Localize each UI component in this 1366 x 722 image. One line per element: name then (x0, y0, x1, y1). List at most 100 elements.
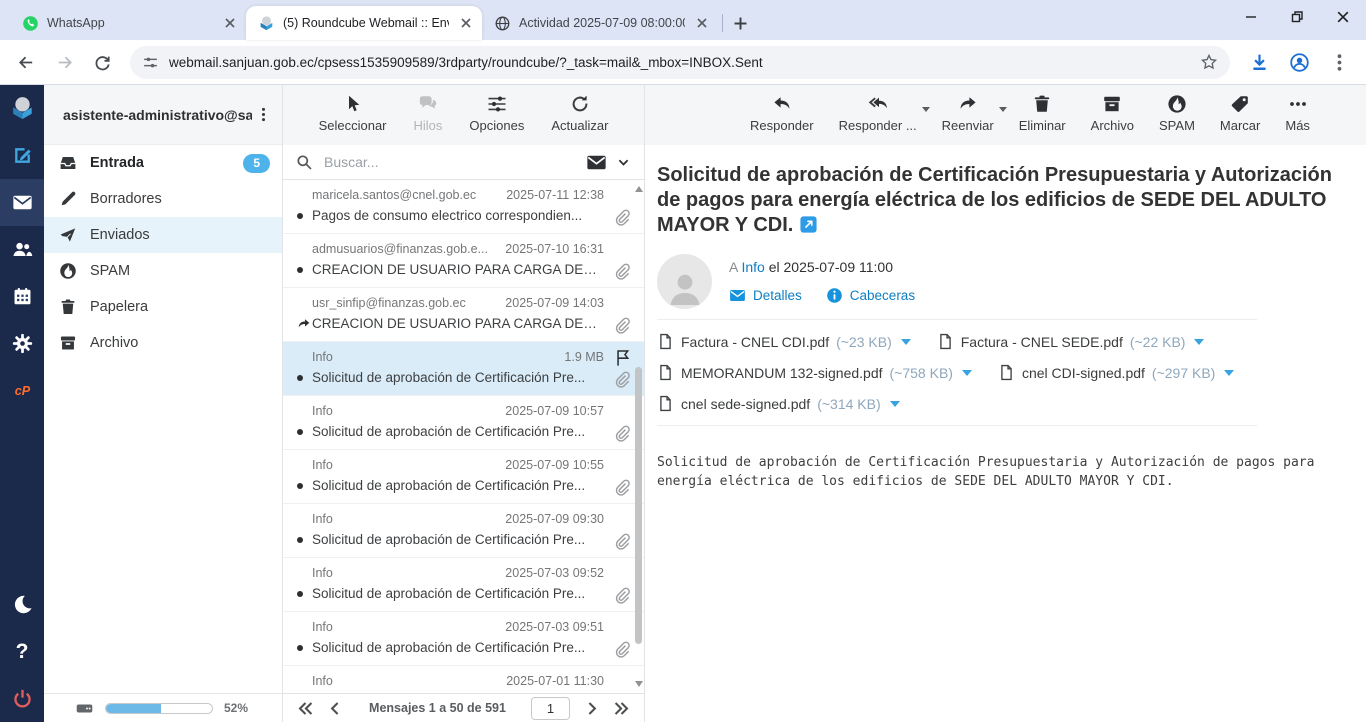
page-input[interactable]: 1 (531, 697, 570, 720)
tab-roundcube[interactable]: (5) Roundcube Webmail :: Envia (246, 6, 482, 40)
rail-calendar[interactable] (0, 273, 44, 320)
rail-help[interactable]: ? (0, 628, 44, 675)
scroll-down-arrow[interactable] (635, 681, 643, 687)
folder-item-spam[interactable]: SPAM (44, 253, 282, 289)
list-item[interactable]: maricela.santos@cnel.gob.ec2025-07-11 12… (283, 180, 644, 234)
toolbar-button-responder[interactable]: Responder ... (839, 94, 917, 145)
bookmark-star-icon[interactable] (1200, 53, 1218, 71)
list-item[interactable]: Info2025-07-03 09:51Solicitud de aprobac… (283, 612, 644, 666)
toolbar-label: Seleccionar (319, 118, 387, 133)
flag[interactable] (614, 349, 632, 367)
row-sender: Info (312, 566, 497, 580)
list-item[interactable]: Info1.9 MBSolicitud de aprobación de Cer… (283, 342, 644, 396)
paperclip (613, 479, 631, 497)
list-scrollbar[interactable] (633, 180, 644, 693)
tab-close-button[interactable] (457, 15, 474, 32)
profile-button[interactable] (1282, 45, 1316, 79)
list-item[interactable]: Info2025-07-01 11:30 (283, 666, 644, 693)
headers-toggle[interactable]: Cabeceras (826, 287, 915, 304)
attachment-menu-caret-icon[interactable] (962, 370, 972, 376)
search-scope-envelope-icon[interactable] (586, 152, 607, 173)
attachment-menu-caret-icon[interactable] (1224, 370, 1234, 376)
toolbar-button-reenviar[interactable]: Reenviar (942, 94, 994, 145)
prev-page-button[interactable] (327, 700, 344, 717)
scroll-up-arrow[interactable] (635, 186, 643, 192)
rail-dark-mode[interactable] (0, 581, 44, 628)
tab-close-button[interactable] (693, 15, 710, 32)
folder-item-enviados[interactable]: Enviados (44, 217, 282, 253)
toolbar-button-seleccionar[interactable]: Seleccionar (319, 94, 387, 145)
rail-roundcube-logo[interactable] (0, 85, 44, 132)
list-item[interactable]: Info2025-07-09 09:30Solicitud de aprobac… (283, 504, 644, 558)
list-item[interactable]: Info2025-07-09 10:55Solicitud de aprobac… (283, 450, 644, 504)
site-info-icon[interactable] (142, 54, 159, 71)
folder-actions-button[interactable] (252, 104, 274, 126)
search-input[interactable] (322, 153, 577, 171)
address-bar[interactable]: webmail.sanjuan.gob.ec/cpsess1535909589/… (130, 46, 1230, 79)
entrada-folder-icon (59, 154, 77, 172)
rail-mail[interactable] (0, 179, 44, 226)
quota-fill (106, 704, 161, 713)
attachment-menu-caret-icon[interactable] (901, 339, 911, 345)
tab-actividad[interactable]: Actividad 2025-07-09 08:00:00 (482, 6, 718, 40)
toolbar-button-actualizar[interactable]: Actualizar (551, 94, 608, 145)
folder-item-papelera[interactable]: Papelera (44, 289, 282, 325)
reload-button[interactable] (86, 46, 118, 78)
browser-menu-button[interactable] (1322, 45, 1356, 79)
new-tab-button[interactable] (727, 10, 753, 36)
next-page-button[interactable] (583, 700, 600, 717)
folder-item-borradores[interactable]: Borradores (44, 181, 282, 217)
downloads-button[interactable] (1242, 45, 1276, 79)
attachment-item[interactable]: MEMORANDUM 132-signed.pdf(~758 KB) (657, 364, 972, 381)
restore-button[interactable] (1274, 0, 1320, 34)
toolbar-button-spam[interactable]: SPAM (1159, 94, 1195, 145)
toolbar-button-hilos[interactable]: Hilos (414, 94, 443, 145)
reenviar-icon (958, 94, 978, 114)
open-in-new-window-icon[interactable] (800, 216, 817, 233)
paperclip (613, 425, 631, 443)
folder-item-entrada[interactable]: Entrada5 (44, 145, 282, 181)
borradores-folder-icon (59, 190, 77, 208)
tab-close-button[interactable] (221, 15, 238, 32)
details-toggle[interactable]: Detalles (729, 287, 802, 304)
last-page-button[interactable] (613, 700, 630, 717)
list-item[interactable]: admusuarios@finanzas.gob.e...2025-07-10 … (283, 234, 644, 288)
rail-compose[interactable] (0, 132, 44, 179)
list-item[interactable]: usr_sinfip@finanzas.gob.ec2025-07-09 14:… (283, 288, 644, 342)
back-button[interactable] (10, 46, 42, 78)
scrollbar-thumb[interactable] (635, 367, 642, 644)
search-options-chevron-icon[interactable] (616, 155, 631, 170)
toolbar-button-ms[interactable]: Más (1285, 94, 1310, 145)
forward-button[interactable] (48, 46, 80, 78)
toolbar-button-responder[interactable]: Responder (750, 94, 814, 145)
recipient-link[interactable]: Info (741, 259, 764, 275)
rail-cpanel[interactable] (0, 367, 44, 414)
rail-contacts[interactable] (0, 226, 44, 273)
close-button[interactable] (1320, 0, 1366, 34)
rail-logout[interactable] (0, 675, 44, 722)
minimize-button[interactable] (1228, 0, 1274, 34)
rail-settings[interactable] (0, 320, 44, 367)
enviados-folder-icon (59, 226, 77, 244)
attachment-menu-caret-icon[interactable] (1194, 339, 1204, 345)
message-reader-panel: Responder Responder ... Reenviar Eliminar Ar… (645, 85, 1366, 722)
tab-separator (722, 14, 723, 32)
attachment-item[interactable]: Factura - CNEL SEDE.pdf(~22 KB) (937, 333, 1205, 350)
list-item[interactable]: Info2025-07-03 09:52Solicitud de aprobac… (283, 558, 644, 612)
attachment-item[interactable]: cnel sede-signed.pdf(~314 KB) (657, 395, 900, 412)
caret-down-icon[interactable] (999, 107, 1007, 112)
list-item[interactable]: Info2025-07-09 10:57Solicitud de aprobac… (283, 396, 644, 450)
folder-item-archivo[interactable]: Archivo (44, 325, 282, 361)
attachment-item[interactable]: cnel CDI-signed.pdf(~297 KB) (998, 364, 1234, 381)
toolbar-button-eliminar[interactable]: Eliminar (1019, 94, 1066, 145)
row-header: admusuarios@finanzas.gob.e...2025-07-10 … (297, 242, 630, 256)
toolbar-button-marcar[interactable]: Marcar (1220, 94, 1260, 145)
tab-whatsapp[interactable]: WhatsApp (10, 6, 246, 40)
attachment-item[interactable]: Factura - CNEL CDI.pdf(~23 KB) (657, 333, 911, 350)
first-page-button[interactable] (297, 700, 314, 717)
attachment-menu-caret-icon[interactable] (890, 401, 900, 407)
toolbar-button-opciones[interactable]: Opciones (469, 94, 524, 145)
caret-down-icon[interactable] (922, 107, 930, 112)
toolbar-button-archivo[interactable]: Archivo (1091, 94, 1134, 145)
logout-icon (12, 688, 33, 709)
